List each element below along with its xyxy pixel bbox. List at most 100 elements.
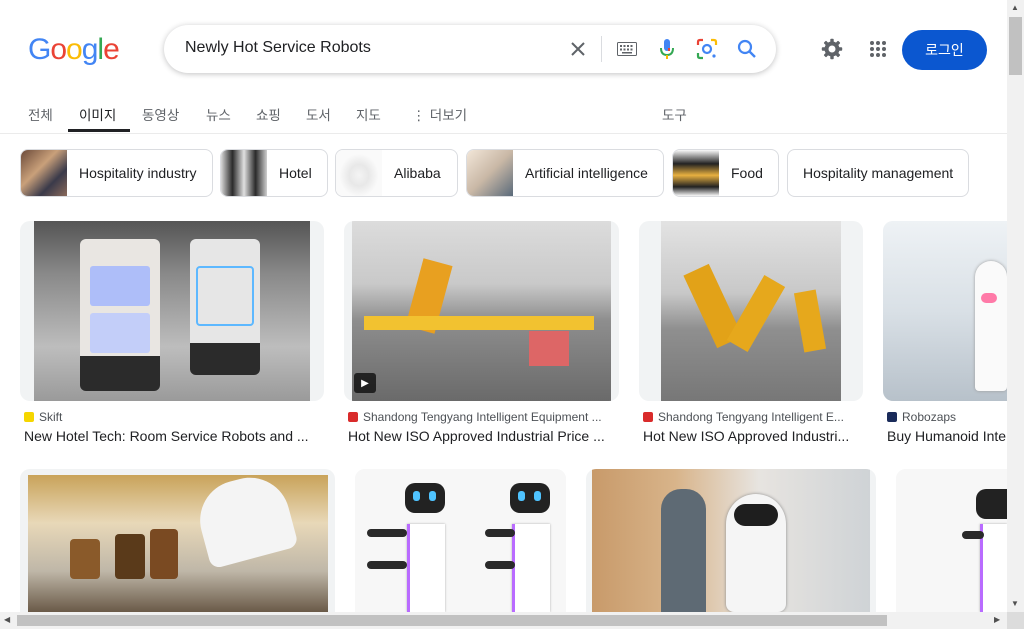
chip-label: Alibaba xyxy=(394,165,441,181)
keyboard-icon[interactable] xyxy=(615,37,639,61)
logo-letter: o xyxy=(66,33,83,66)
robot-tray xyxy=(962,531,984,539)
search-input[interactable] xyxy=(185,39,565,57)
image-photo xyxy=(352,221,611,401)
scroll-left-icon[interactable]: ◀ xyxy=(4,615,10,624)
robot-face xyxy=(734,504,778,526)
result-image[interactable] xyxy=(883,221,1007,401)
scroll-right-icon[interactable]: ▶ xyxy=(994,615,1000,624)
result-source-label: Shandong Tengyang Intelligent Equipment … xyxy=(363,410,602,424)
tab-videos[interactable]: 동영상 xyxy=(142,104,179,124)
person-shape xyxy=(661,489,706,612)
scroll-down-icon[interactable]: ▼ xyxy=(1011,599,1019,608)
result-image[interactable] xyxy=(20,221,324,401)
result-source[interactable]: Shandong Tengyang Intelligent Equipment … xyxy=(348,410,616,424)
robot-body xyxy=(980,524,1007,612)
gear-icon[interactable] xyxy=(820,37,844,61)
play-icon[interactable]: ▶ xyxy=(354,373,376,393)
robot-tray xyxy=(196,266,254,326)
result-image[interactable] xyxy=(639,221,863,401)
made-in-china-favicon xyxy=(348,412,358,422)
skift-favicon xyxy=(24,412,34,422)
horizontal-scrollbar[interactable]: ◀ ▶ xyxy=(0,612,1007,629)
login-button[interactable]: 로그인 xyxy=(902,30,987,70)
logo-letter: e xyxy=(103,33,120,66)
chip-food[interactable]: Food xyxy=(672,149,779,197)
more-vert-icon: ⋮ xyxy=(412,108,430,124)
robot-shape xyxy=(975,261,1007,391)
chip-label: Food xyxy=(731,165,763,181)
chip-label: Hospitality industry xyxy=(79,165,197,181)
conveyor xyxy=(364,316,594,330)
search-icon[interactable] xyxy=(735,37,759,61)
google-logo[interactable]: Google xyxy=(28,33,120,67)
robot-body xyxy=(512,524,550,612)
robot-base xyxy=(190,343,260,375)
clear-icon[interactable] xyxy=(566,37,590,61)
search-tabs: 전체 이미지 동영상 뉴스 쇼핑 도서 지도 ⋮ 더보기 도구 xyxy=(0,94,1007,134)
tab-books[interactable]: 도서 xyxy=(306,104,331,124)
robot-eye xyxy=(518,491,525,501)
tab-news[interactable]: 뉴스 xyxy=(206,104,231,124)
result-title[interactable]: New Hotel Tech: Room Service Robots and … xyxy=(24,428,319,444)
result-title[interactable]: Buy Humanoid Inte xyxy=(887,428,1007,444)
chip-label: Artificial intelligence xyxy=(525,165,648,181)
result-title[interactable]: Hot New ISO Approved Industri... xyxy=(643,428,861,444)
chip-hotel[interactable]: Hotel xyxy=(220,149,328,197)
search-box xyxy=(164,25,776,73)
robot-head xyxy=(405,483,445,513)
tools-button[interactable]: 도구 xyxy=(662,104,687,124)
robot-base xyxy=(80,356,160,391)
robot-face xyxy=(981,293,997,303)
lens-icon[interactable] xyxy=(695,37,719,61)
robot-tray xyxy=(367,561,407,569)
robozaps-favicon xyxy=(887,412,897,422)
result-image[interactable] xyxy=(20,469,335,612)
logo-letter: g xyxy=(81,33,99,66)
tab-more[interactable]: ⋮ 더보기 xyxy=(412,104,467,124)
chip-hospitality-industry[interactable]: Hospitality industry xyxy=(20,149,213,197)
result-image[interactable] xyxy=(896,469,1007,612)
chip-thumbnail xyxy=(21,150,67,196)
chip-label: Hotel xyxy=(279,165,312,181)
chip-thumbnail xyxy=(467,150,513,196)
scroll-up-icon[interactable]: ▲ xyxy=(1011,3,1019,12)
active-tab-indicator xyxy=(68,129,130,132)
result-source-label: Skift xyxy=(39,410,63,424)
chip-thumbnail xyxy=(221,150,267,196)
tab-images[interactable]: 이미지 xyxy=(79,104,116,124)
chip-label: Hospitality management xyxy=(803,165,954,181)
tab-maps[interactable]: 지도 xyxy=(356,104,381,124)
result-source[interactable]: Robozaps xyxy=(887,410,1007,424)
result-image[interactable] xyxy=(355,469,566,612)
robot-tray xyxy=(367,529,407,537)
robot-head xyxy=(510,483,550,513)
microphone-icon[interactable] xyxy=(655,37,679,61)
chip-artificial-intelligence[interactable]: Artificial intelligence xyxy=(466,149,664,197)
result-source-label: Shandong Tengyang Intelligent E... xyxy=(658,410,844,424)
vertical-scrollbar[interactable]: ▲ ▼ xyxy=(1007,0,1024,612)
result-source-label: Robozaps xyxy=(902,410,957,424)
chip-alibaba[interactable]: Alibaba xyxy=(335,149,458,197)
tab-more-label: 더보기 xyxy=(429,108,468,124)
result-image[interactable]: ▶ xyxy=(344,221,619,401)
made-in-china-favicon xyxy=(643,412,653,422)
tab-shopping[interactable]: 쇼핑 xyxy=(256,104,281,124)
result-source[interactable]: Skift xyxy=(24,410,319,424)
apps-grid-icon[interactable] xyxy=(866,37,890,61)
chip-thumbnail xyxy=(673,150,719,196)
result-title[interactable]: Hot New ISO Approved Industrial Price ..… xyxy=(348,428,616,444)
horizontal-scroll-thumb[interactable] xyxy=(17,615,887,626)
tab-all[interactable]: 전체 xyxy=(28,104,53,124)
robot-tray xyxy=(485,561,515,569)
robot-tray xyxy=(485,529,515,537)
result-source[interactable]: Shandong Tengyang Intelligent E... xyxy=(643,410,861,424)
jar xyxy=(150,529,178,579)
result-image[interactable] xyxy=(586,469,876,612)
vertical-scroll-thumb[interactable] xyxy=(1009,17,1022,75)
search-divider xyxy=(601,36,602,62)
robot-compartment xyxy=(90,313,150,353)
logo-letter: G xyxy=(28,33,51,66)
logo-letter: o xyxy=(50,33,67,66)
chip-hospitality-management[interactable]: Hospitality management xyxy=(787,149,969,197)
